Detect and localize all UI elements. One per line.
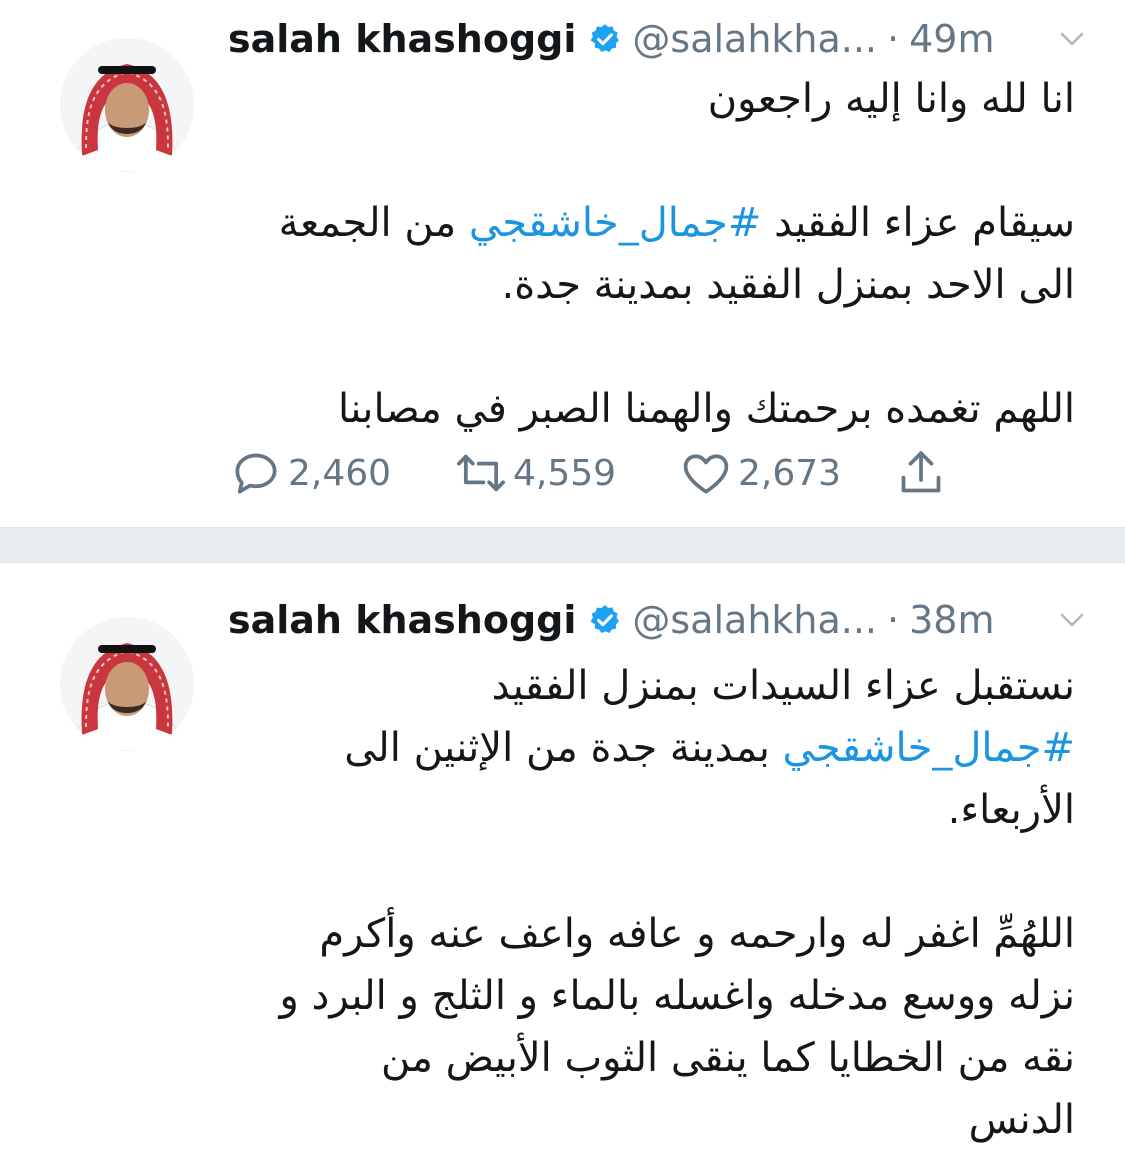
tweet-card[interactable]: salah khashoggi @salahkha... · 49m انا ل… [0, 0, 1125, 527]
meta-separator: · [887, 17, 900, 61]
author-name[interactable]: salah khashoggi [228, 598, 576, 642]
line-text: بمدينة جدة من الإثنين الى [344, 725, 783, 771]
timeline-divider [0, 527, 1125, 563]
author-handle[interactable]: @salahkha... [632, 17, 877, 61]
meta-separator: · [887, 598, 900, 642]
reply-icon [235, 453, 277, 494]
tweet-actions: 2,460 4,559 2,673 [228, 445, 953, 501]
avatar[interactable] [60, 38, 194, 172]
heart-icon [683, 454, 729, 494]
tweet-line: انا لله وانا إليه راجعون [707, 76, 1075, 122]
tweet-line: #جمال_خاشقجي بمدينة جدة من الإثنين الى [228, 717, 1075, 779]
like-count: 2,673 [738, 452, 842, 494]
retweet-button[interactable]: 4,559 [453, 445, 678, 501]
avatar[interactable] [60, 617, 194, 751]
tweet-timestamp[interactable]: 38m [909, 598, 994, 642]
tweet-line: نزله ووسع مدخله واغسله بالماء و الثلج و … [279, 973, 1075, 1019]
line-text: سيقام عزاء الفقيد [761, 200, 1075, 246]
hashtag-link[interactable]: #جمال_خاشقجي [469, 200, 761, 246]
tweet-header: salah khashoggi @salahkha... · 49m [228, 14, 1087, 64]
retweet-count: 4,559 [513, 452, 617, 494]
retweet-icon [456, 454, 506, 492]
tweet-line: الأربعاء. [947, 787, 1075, 833]
tweet-timestamp[interactable]: 49m [909, 17, 994, 61]
tweet-card[interactable]: salah khashoggi @salahkha... · 38m نستقب… [0, 563, 1125, 1143]
verified-badge-icon [590, 605, 620, 634]
reply-count: 2,460 [288, 452, 392, 494]
chevron-down-icon[interactable] [1057, 24, 1087, 54]
share-button[interactable] [893, 445, 953, 501]
tweet-line: اللهم تغمده برحمتك والهمنا الصبر في مصاب… [338, 386, 1075, 432]
chevron-down-icon[interactable] [1057, 605, 1087, 635]
tweet-line: نقه من الخطايا كما ينقى الثوب الأبيض من [381, 1035, 1075, 1081]
tweet-line: نستقبل عزاء السيدات بمنزل الفقيد [491, 663, 1075, 709]
tweet-line: الى الاحد بمنزل الفقيد بمدينة جدة. [501, 262, 1075, 308]
author-name[interactable]: salah khashoggi [228, 17, 576, 61]
share-icon [901, 451, 941, 493]
tweet-line: اللهُمِّ اغفر له وارحمه و عافه واعف عنه … [319, 911, 1075, 957]
tweet-text: نستقبل عزاء السيدات بمنزل الفقيد #جمال_خ… [228, 655, 1075, 1151]
like-button[interactable]: 2,673 [678, 445, 893, 501]
reply-button[interactable]: 2,460 [228, 445, 453, 501]
tweet-text: انا لله وانا إليه راجعون سيقام عزاء الفق… [228, 68, 1075, 440]
line-text: من الجمعة [278, 200, 469, 246]
hashtag-link[interactable]: #جمال_خاشقجي [783, 725, 1075, 771]
tweet-line: الدنس [968, 1097, 1075, 1143]
tweet-header: salah khashoggi @salahkha... · 38m [228, 595, 1087, 645]
verified-badge-icon [590, 24, 620, 53]
author-handle[interactable]: @salahkha... [632, 598, 877, 642]
tweet-line: سيقام عزاء الفقيد #جمال_خاشقجي من الجمعة [228, 192, 1075, 254]
